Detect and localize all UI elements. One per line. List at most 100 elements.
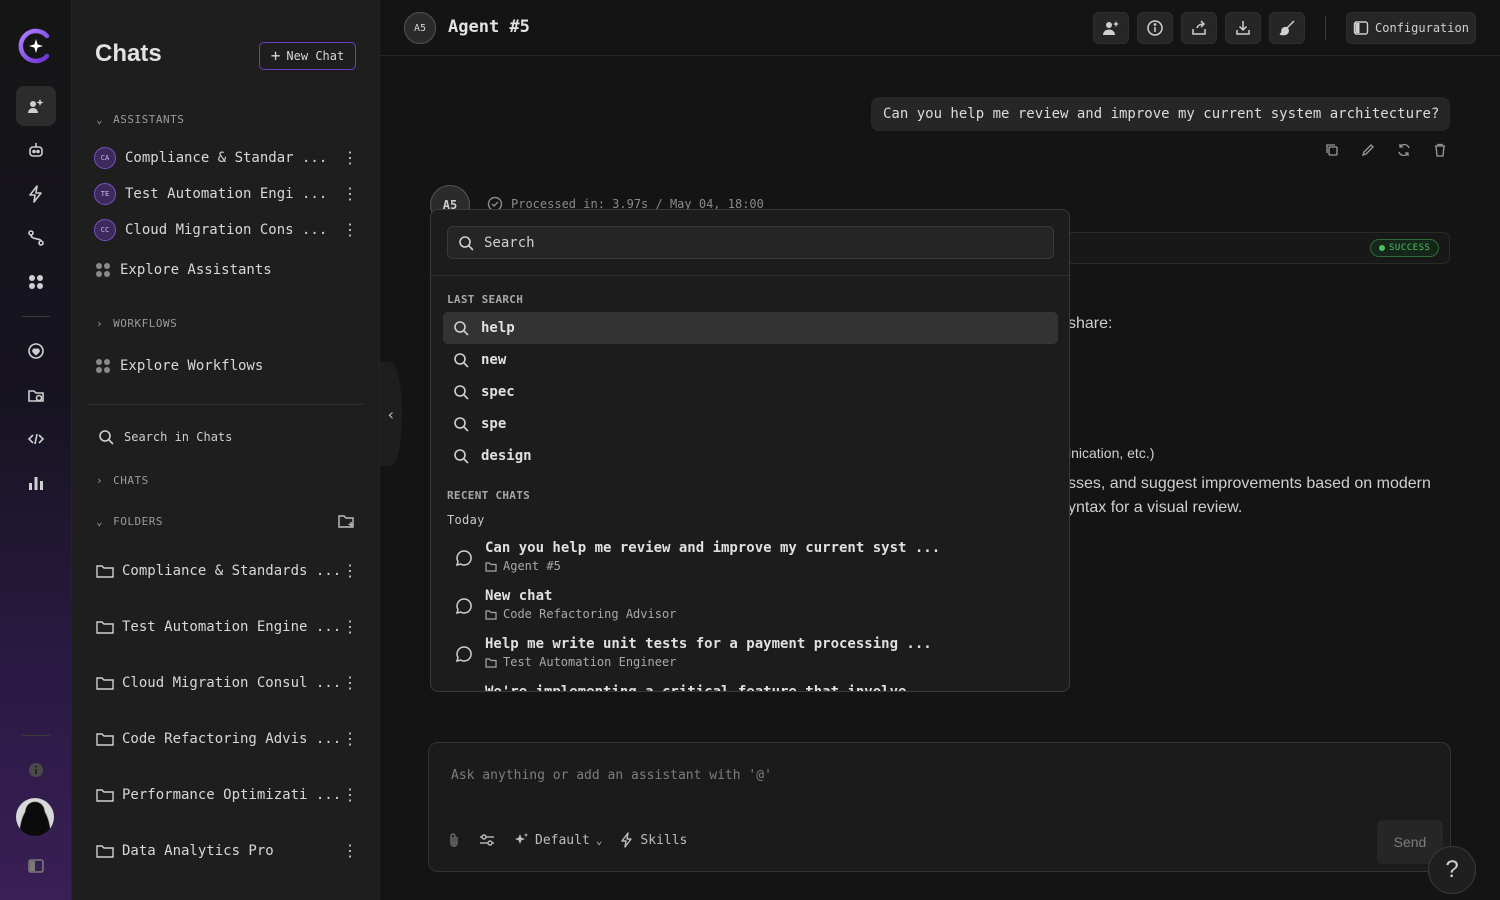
last-search-label: LAST SEARCH xyxy=(447,293,524,306)
assistants-label: ASSISTANTS xyxy=(113,113,185,126)
more-vertical-icon[interactable]: ⋮ xyxy=(342,843,358,859)
folder-item[interactable]: Compliance & Standards ... ⋮ xyxy=(96,556,358,586)
rail-apps-icon[interactable] xyxy=(16,262,56,302)
recent-chat-assistant: Agent #5 xyxy=(485,559,561,573)
help-button[interactable]: ? xyxy=(1428,846,1476,894)
last-search-item[interactable]: spec xyxy=(443,376,1058,408)
workflows-section-toggle[interactable]: › WORKFLOWS xyxy=(96,317,177,330)
configuration-button[interactable]: Configuration xyxy=(1346,12,1476,44)
workflows-label: WORKFLOWS xyxy=(113,317,178,330)
rail-analytics-icon[interactable] xyxy=(16,463,56,503)
chevron-down-icon: ⌄ xyxy=(96,113,104,126)
sidebar-toggle-icon[interactable] xyxy=(16,846,56,886)
delete-icon[interactable] xyxy=(1432,142,1448,158)
message-composer[interactable]: Ask anything or add an assistant with '@… xyxy=(428,742,1451,872)
folder-name: Data Analytics Pro xyxy=(122,843,274,859)
explore-assistants-link[interactable]: Explore Assistants xyxy=(96,262,272,278)
recent-chats-label: RECENT CHATS xyxy=(447,489,531,502)
folder-item[interactable]: Code Refactoring Advis ... ⋮ xyxy=(96,724,358,754)
skills-button[interactable]: Skills xyxy=(620,832,687,848)
more-vertical-icon[interactable]: ⋮ xyxy=(342,186,358,202)
model-label: Default xyxy=(535,832,590,848)
folder-item[interactable]: Data Analytics Pro ⋮ xyxy=(96,836,358,866)
popup-search-input[interactable]: Search xyxy=(447,226,1054,259)
rail-code-icon[interactable] xyxy=(16,419,56,459)
plus-icon: + xyxy=(270,46,281,65)
more-vertical-icon[interactable]: ⋮ xyxy=(342,150,358,166)
folder-item[interactable]: Test Automation Engine ... ⋮ xyxy=(96,612,358,642)
regenerate-icon[interactable] xyxy=(1396,142,1412,158)
search-icon xyxy=(99,430,114,445)
agent-avatar: A5 xyxy=(404,12,436,44)
search-popup: Search LAST SEARCH help new spec spe des… xyxy=(430,209,1070,692)
more-vertical-icon[interactable]: ⋮ xyxy=(342,222,358,238)
add-assistant-button[interactable] xyxy=(1093,12,1129,44)
chats-section-toggle[interactable]: › CHATS xyxy=(96,474,149,487)
folder-icon xyxy=(96,845,114,858)
recent-chat-item[interactable]: We're implementing a critical feature th… xyxy=(453,684,1053,691)
rail-data-sources-icon[interactable] xyxy=(16,375,56,415)
new-chat-button[interactable]: + New Chat xyxy=(259,42,356,70)
search-placeholder: Search xyxy=(484,234,535,251)
more-vertical-icon[interactable]: ⋮ xyxy=(342,563,358,579)
user-avatar[interactable] xyxy=(16,798,54,836)
chevron-right-icon: › xyxy=(96,317,104,330)
explore-workflows-link[interactable]: Explore Workflows xyxy=(96,358,263,374)
rail-chats-icon[interactable] xyxy=(16,86,56,126)
collapse-sidebar-button[interactable]: ‹ xyxy=(380,362,402,466)
more-vertical-icon[interactable]: ⋮ xyxy=(342,787,358,803)
composer-input[interactable]: Ask anything or add an assistant with '@… xyxy=(451,768,772,783)
chats-sidebar: Chats + New Chat ⌄ ASSISTANTS CA Complia… xyxy=(72,0,380,900)
last-search-item[interactable]: help xyxy=(443,312,1058,344)
more-vertical-icon[interactable]: ⋮ xyxy=(342,619,358,635)
lightning-icon xyxy=(621,832,633,848)
add-folder-icon[interactable] xyxy=(338,513,356,533)
last-search-item[interactable]: new xyxy=(443,344,1058,376)
user-message: Can you help me review and improve my cu… xyxy=(871,97,1450,131)
recent-chat-assistant: Code Refactoring Advisor xyxy=(485,607,676,621)
copy-icon[interactable] xyxy=(1324,142,1340,158)
edit-icon[interactable] xyxy=(1360,142,1376,158)
recent-chat-item[interactable]: New chat Code Refactoring Advisor xyxy=(453,588,1053,632)
search-in-chats-button[interactable]: Search in Chats xyxy=(98,429,232,445)
download-button[interactable] xyxy=(1225,12,1261,44)
folder-item[interactable]: Cloud Migration Consul ... ⋮ xyxy=(96,668,358,698)
assistant-item[interactable]: CC Cloud Migration Cons ... ⋮ xyxy=(94,216,358,244)
last-search-item[interactable]: design xyxy=(443,440,1058,472)
more-vertical-icon[interactable]: ⋮ xyxy=(342,675,358,691)
attach-icon[interactable] xyxy=(447,832,461,848)
assistant-item[interactable]: CA Compliance & Standar ... ⋮ xyxy=(94,144,358,172)
assistants-section-toggle[interactable]: ⌄ ASSISTANTS xyxy=(96,113,184,126)
recent-chat-item[interactable]: Can you help me review and improve my cu… xyxy=(453,540,1053,584)
status-text: SUCCESS xyxy=(1389,243,1431,253)
settings-sliders-icon[interactable] xyxy=(479,833,495,847)
chevron-down-icon: ⌄ xyxy=(96,515,104,528)
info-icon[interactable] xyxy=(16,750,56,790)
folder-item[interactable]: Performance Optimizati ... ⋮ xyxy=(96,780,358,810)
add-assistant-icon xyxy=(1103,21,1119,35)
model-selector[interactable]: Default ⌄ xyxy=(513,832,602,848)
rail-favorites-icon[interactable] xyxy=(16,331,56,371)
rail-assistants-icon[interactable] xyxy=(16,130,56,170)
rail-skills-icon[interactable] xyxy=(16,174,56,214)
folder-name: Performance Optimizati ... xyxy=(122,787,342,803)
last-search-text: spe xyxy=(481,416,507,432)
chat-header: A5 Agent #5 Configuration xyxy=(380,0,1500,56)
share-button[interactable] xyxy=(1181,12,1217,44)
response-fragment: share: xyxy=(1068,315,1113,332)
folders-section-toggle[interactable]: ⌄ FOLDERS xyxy=(96,515,163,528)
recent-chat-assistant: Test Automation Engineer xyxy=(485,655,676,669)
folder-icon xyxy=(485,609,497,620)
recent-chat-item[interactable]: Help me write unit tests for a payment p… xyxy=(453,636,1053,680)
folder-icon xyxy=(96,565,114,578)
chat-info-button[interactable] xyxy=(1137,12,1173,44)
more-vertical-icon[interactable]: ⋮ xyxy=(342,731,358,747)
assistant-item[interactable]: TE Test Automation Engi ... ⋮ xyxy=(94,180,358,208)
chats-label: CHATS xyxy=(113,474,149,487)
search-icon xyxy=(454,321,469,336)
chat-bubble-icon xyxy=(455,598,472,615)
rail-workflows-icon[interactable] xyxy=(16,218,56,258)
clear-chat-button[interactable] xyxy=(1269,12,1305,44)
app-logo[interactable] xyxy=(16,26,56,66)
last-search-item[interactable]: spe xyxy=(443,408,1058,440)
